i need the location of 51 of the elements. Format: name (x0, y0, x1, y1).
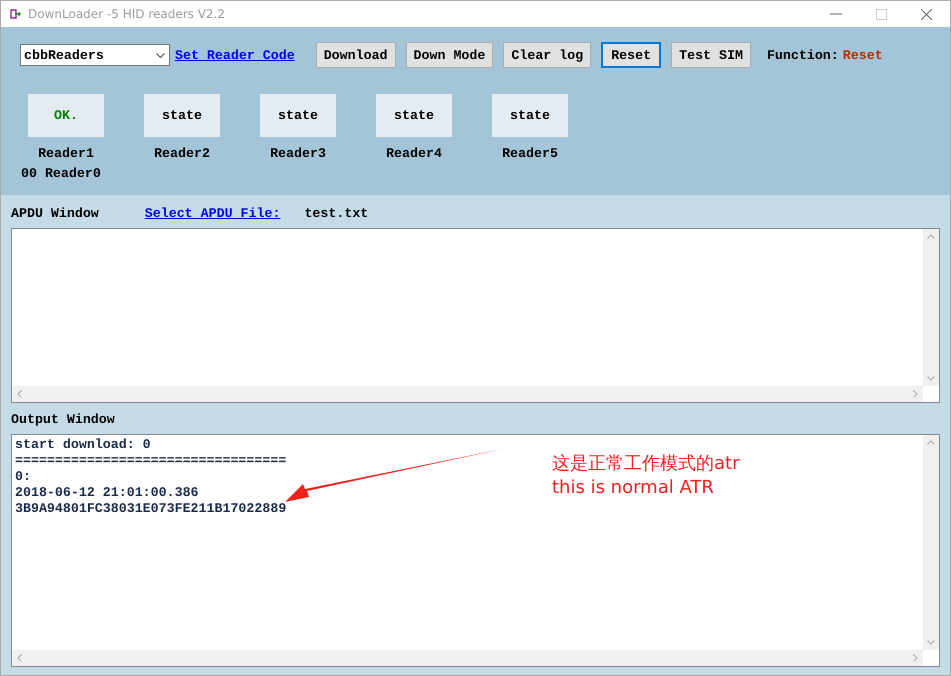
output-line: 2018-06-12 21:01:00.386 (15, 485, 199, 501)
vertical-scrollbar[interactable] (923, 229, 939, 386)
vertical-scrollbar[interactable] (923, 435, 939, 650)
scroll-up-icon[interactable] (927, 440, 935, 445)
scroll-right-icon[interactable] (913, 390, 918, 398)
annotation-text: 这是正常工作模式的atr (552, 452, 740, 476)
toolbar-button[interactable]: Download (316, 42, 396, 68)
toolbar-button[interactable]: Test SIM (671, 42, 751, 68)
scroll-left-icon[interactable] (17, 390, 22, 398)
minimize-icon[interactable] (830, 13, 842, 15)
reader-name: Reader1 (38, 146, 94, 161)
scroll-up-icon[interactable] (927, 234, 935, 239)
toolbar-button[interactable]: Clear log (503, 42, 592, 68)
toolbar-button[interactable]: Reset (601, 42, 662, 68)
output-line: 3B9A94801FC38031E073FE211B17022889 (15, 501, 286, 517)
output-text-area[interactable]: start download: 0 ================================== 0: 2018-06-12 21:01:00.386 3B9A94801FC38031E073FE211B17022889 这是正常工作模式的atr this is normal ATR (11, 434, 940, 667)
reader-name: Reader4 (386, 146, 442, 161)
reader-state: OK. (28, 94, 104, 137)
section-label: APDU Window (11, 206, 99, 220)
reader-info: 00 Reader0 (21, 166, 102, 181)
output-line: ================================== (15, 453, 286, 469)
toolbar-button[interactable]: Down Mode (406, 42, 494, 68)
function-label: Function: (766, 48, 839, 62)
reader-state: state (492, 94, 568, 137)
maximize-icon[interactable] (876, 8, 887, 20)
chevron-icon (156, 52, 165, 58)
file-name: test.txt (304, 206, 368, 220)
reader-name: Reader2 (154, 146, 210, 161)
horizontal-scrollbar[interactable] (12, 386, 923, 402)
scroll-down-icon[interactable] (927, 376, 935, 381)
reader-name: Reader5 (502, 146, 558, 161)
horizontal-scrollbar[interactable] (12, 650, 923, 666)
window-title: DownLoader -5 HID readers V2.2 (28, 7, 226, 21)
apdu-text-area[interactable] (11, 228, 940, 403)
scroll-right-icon[interactable] (913, 654, 918, 662)
select-apdu-file-link[interactable]: Select APDU File: (144, 206, 292, 220)
reader-state: state (144, 94, 220, 137)
section-label: Output Window (11, 412, 116, 427)
set-reader-code-link[interactable]: Set Reader Code (175, 48, 295, 62)
reader-state: state (260, 94, 336, 137)
reader-dropdown[interactable]: cbbReaders (20, 44, 170, 66)
scroll-down-icon[interactable] (927, 640, 935, 645)
app-icon (10, 9, 22, 19)
output-line: start download: 0 (15, 437, 151, 453)
annotation-text: this is normal ATR (552, 476, 715, 500)
reader-name: Reader3 (270, 146, 326, 161)
close-icon[interactable] (921, 8, 932, 20)
function-value: Reset (842, 48, 883, 62)
scroll-left-icon[interactable] (17, 654, 22, 662)
reader-state: state (376, 94, 452, 137)
output-line: 0: (15, 469, 31, 485)
